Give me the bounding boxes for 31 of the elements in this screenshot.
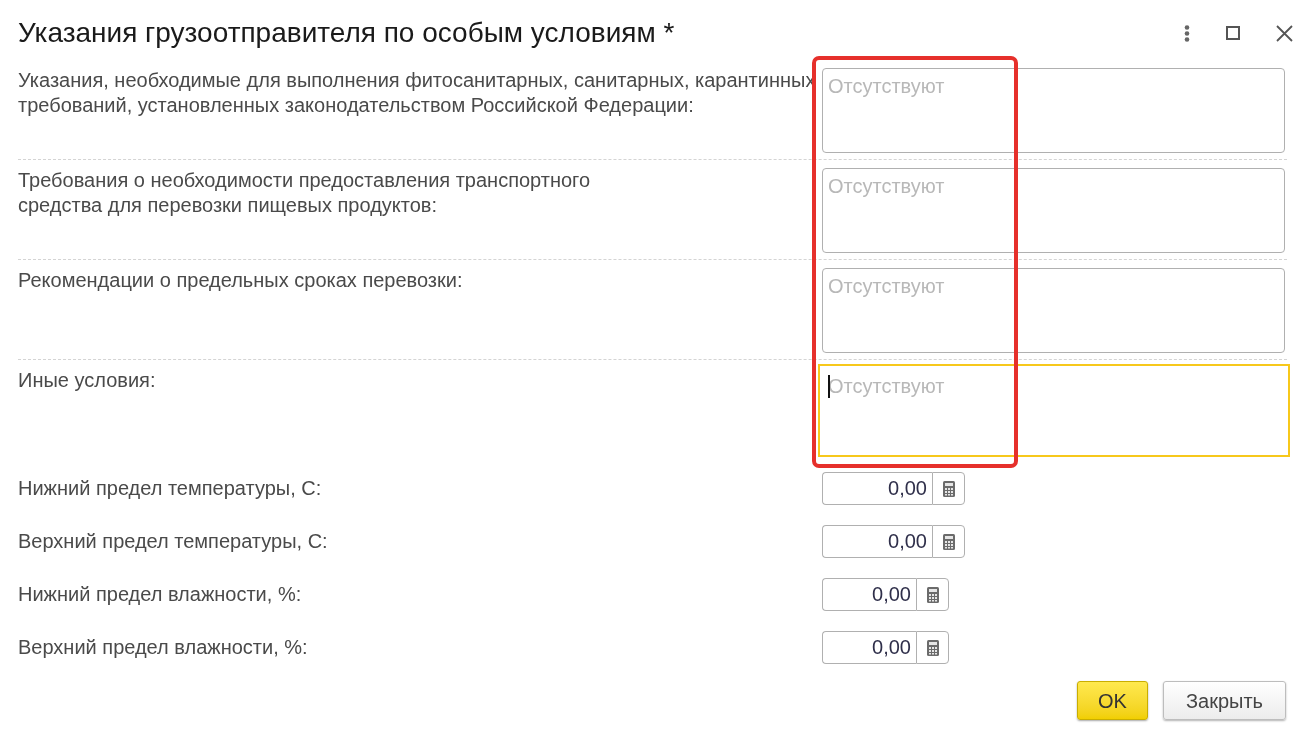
text-area-field[interactable]: Отсутствуют [818, 364, 1290, 457]
calculator-icon [926, 639, 939, 656]
calculator-icon [942, 480, 955, 497]
field-label: Иные условия: [18, 368, 156, 393]
calculator-button[interactable] [932, 525, 965, 558]
text-area-field[interactable]: Отсутствуют [822, 268, 1285, 353]
calculator-button[interactable] [932, 472, 965, 505]
text-area-field[interactable]: Отсутствуют [822, 68, 1285, 153]
maximize-icon[interactable] [1226, 26, 1240, 40]
text-cursor-icon [828, 375, 830, 398]
more-icon[interactable] [1184, 24, 1190, 42]
number-field[interactable]: 0,00 [822, 525, 932, 558]
field-label: Нижний предел влажности, %: [18, 582, 302, 605]
calculator-icon [926, 586, 939, 603]
number-field[interactable]: 0,00 [822, 472, 932, 505]
number-field[interactable]: 0,00 [822, 631, 916, 664]
calculator-icon [942, 533, 955, 550]
number-field[interactable]: 0,00 [822, 578, 916, 611]
field-label: Указания, необходимые для выполнения фитосанитарных, санитарных, карантинных требований, установленных законодательством Российской Федерации: [18, 68, 816, 118]
ok-button[interactable]: OK [1076, 681, 1148, 720]
calculator-button[interactable] [916, 578, 949, 611]
close-button[interactable]: Закрыть [1162, 681, 1286, 720]
field-label: Рекомендации о предельных сроках перевозки: [18, 268, 463, 293]
field-label: Нижний предел температуры, С: [18, 476, 322, 499]
field-label: Требования о необходимости предоставления транспортного средства для перевозки пищевых продуктов: [18, 168, 591, 218]
close-icon[interactable] [1276, 24, 1293, 42]
text-area-field[interactable]: Отсутствуют [822, 168, 1285, 253]
dialog-title: Указания грузоотправителя по особым условиям * [18, 16, 676, 50]
field-label: Верхний предел влажности, %: [18, 635, 308, 658]
field-label: Верхний предел температуры, С: [18, 529, 328, 552]
calculator-button[interactable] [916, 631, 949, 664]
